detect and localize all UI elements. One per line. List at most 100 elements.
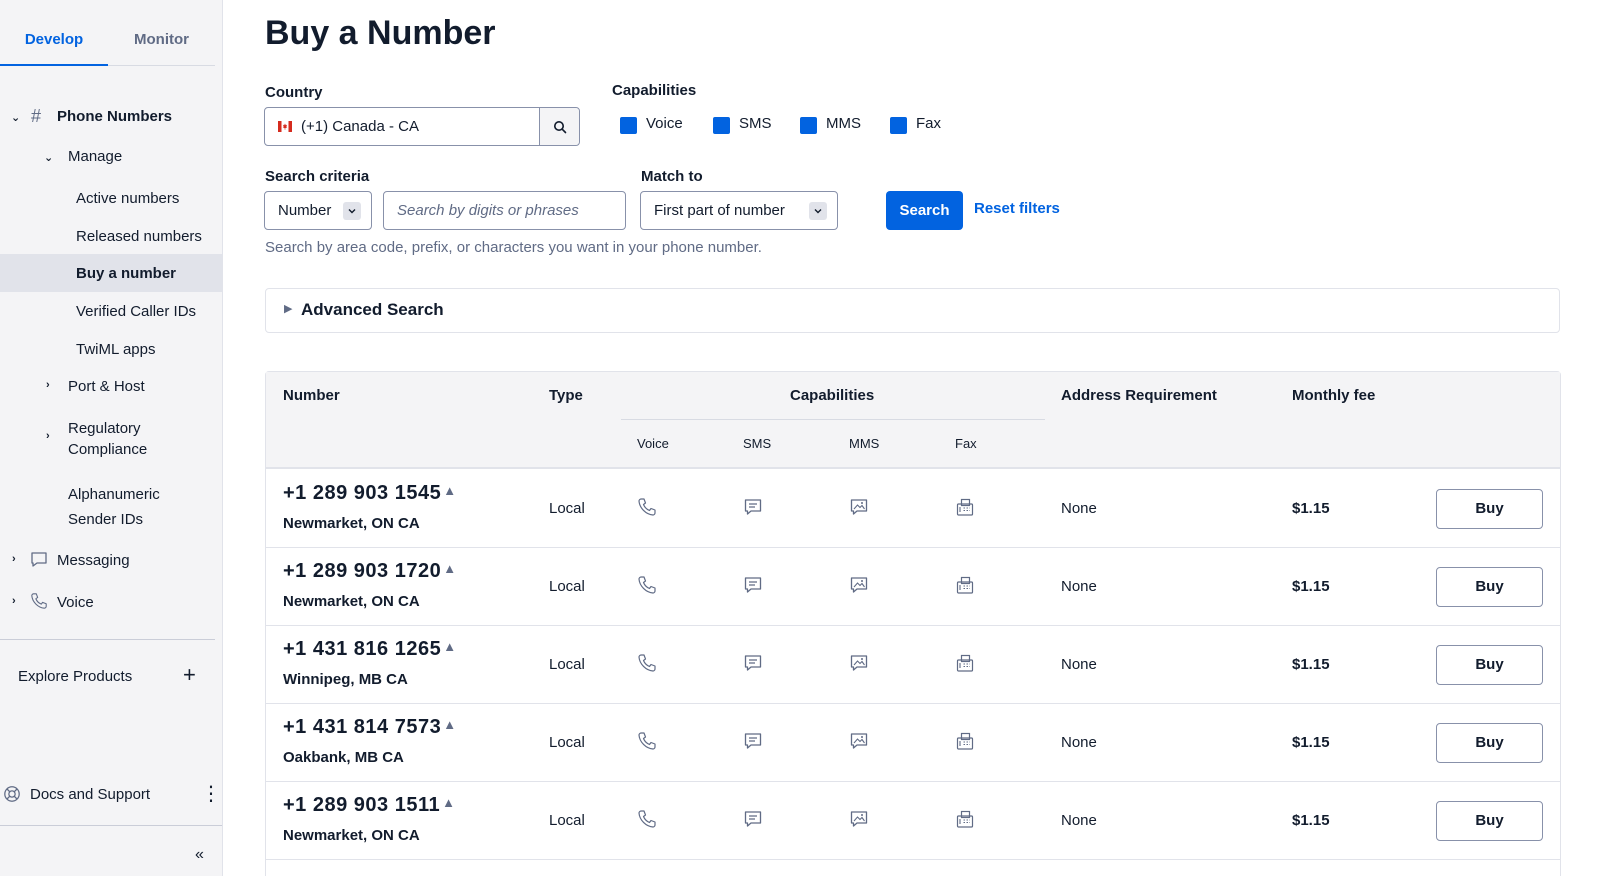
regulatory-line-2: Compliance xyxy=(68,441,148,458)
sidebar-item-messaging[interactable]: Messaging xyxy=(57,550,130,571)
voice-checkbox-label: Voice xyxy=(646,115,683,132)
voice-capability-icon xyxy=(638,732,656,750)
sidebar-item-active-numbers[interactable]: Active numbers xyxy=(76,188,179,209)
address-requirement: None xyxy=(1061,656,1097,673)
canada-flag-icon xyxy=(278,121,292,132)
number-location: Oakbank, MB CA xyxy=(283,749,404,766)
monthly-fee: $1.15 xyxy=(1292,578,1330,595)
search-help-text: Search by area code, prefix, or characte… xyxy=(265,239,762,256)
collapse-icon[interactable]: « xyxy=(195,846,204,864)
mms-checkbox-label: MMS xyxy=(826,115,861,132)
capabilities-label: Capabilities xyxy=(612,82,697,99)
chevron-down-icon[interactable]: ⌄ xyxy=(11,111,20,124)
fax-capability-icon xyxy=(956,576,974,594)
sms-capability-icon xyxy=(744,811,762,827)
page-title: Buy a Number xyxy=(265,14,496,52)
sidebar-item-regulatory-compliance[interactable]: Regulatory Compliance xyxy=(68,418,147,460)
country-search-button[interactable] xyxy=(539,108,579,145)
phone-icon xyxy=(31,593,47,609)
phone-number[interactable]: +1 289 903 1511 ▲ xyxy=(283,794,455,817)
sms-checkbox-label: SMS xyxy=(739,115,772,132)
sidebar-item-voice[interactable]: Voice xyxy=(57,592,94,613)
fax-checkbox-label: Fax xyxy=(916,115,942,132)
buy-button[interactable]: Buy xyxy=(1436,723,1543,763)
match-to-label: Match to xyxy=(641,168,703,185)
hash-icon: # xyxy=(31,106,42,126)
header-capabilities: Capabilities xyxy=(790,387,875,404)
voice-capability-icon xyxy=(638,810,656,828)
fax-capability-icon xyxy=(956,498,974,516)
number-type: Local xyxy=(549,500,585,517)
mms-capability-icon xyxy=(850,577,868,593)
phone-number-text: +1 289 903 1511 xyxy=(283,794,441,816)
buy-button[interactable]: Buy xyxy=(1436,801,1543,841)
tab-develop[interactable]: Develop xyxy=(0,0,108,66)
tab-monitor[interactable]: Monitor xyxy=(108,0,215,66)
table-header: Number Type Capabilities Address Require… xyxy=(266,372,1560,469)
phone-number[interactable]: +1 289 903 1545 ▲ xyxy=(283,482,457,505)
sidebar-item-manage[interactable]: Manage xyxy=(68,146,122,167)
monthly-fee: $1.15 xyxy=(1292,500,1330,517)
sidebar-section-phone-numbers[interactable]: Phone Numbers xyxy=(57,106,172,127)
chevron-right-icon[interactable]: › xyxy=(46,430,50,442)
lifebuoy-icon xyxy=(4,786,20,802)
phone-number[interactable]: +1 289 903 1720 ▲ xyxy=(283,560,457,583)
match-to-select[interactable]: First part of number xyxy=(640,191,838,230)
phone-number-text: +1 289 903 1545 xyxy=(283,482,442,504)
phone-number[interactable]: +1 431 814 7573 ▲ xyxy=(283,716,457,739)
buy-button[interactable]: Buy xyxy=(1436,489,1543,529)
reset-filters-link[interactable]: Reset filters xyxy=(974,200,1060,217)
sidebar-item-twiml-apps[interactable]: TwiML apps xyxy=(76,339,155,360)
sidebar-item-verified-caller-ids[interactable]: Verified Caller IDs xyxy=(76,301,196,322)
header-monthly-fee: Monthly fee xyxy=(1292,387,1376,404)
fax-capability-icon xyxy=(956,732,974,750)
voice-capability-icon xyxy=(638,654,656,672)
search-digits-placeholder: Search by digits or phrases xyxy=(397,202,579,219)
phone-number-text: +1 431 816 1265 xyxy=(283,638,442,660)
phone-number[interactable]: +1 431 816 1265 ▲ xyxy=(283,638,457,661)
number-location: Winnipeg, MB CA xyxy=(283,671,408,688)
buy-button[interactable]: Buy xyxy=(1436,567,1543,607)
sidebar-item-buy-a-number[interactable]: Buy a number xyxy=(76,263,176,284)
sms-checkbox[interactable] xyxy=(713,117,730,134)
chevron-down-icon[interactable]: ⌄ xyxy=(44,151,53,164)
message-icon xyxy=(31,552,47,567)
sidebar: Develop Monitor ⌄ # Phone Numbers ⌄ Mana… xyxy=(0,0,223,876)
number-type: Local xyxy=(549,656,585,673)
subheader-sms: SMS xyxy=(743,436,772,451)
advanced-search-toggle[interactable]: ▶ Advanced Search xyxy=(265,288,1560,333)
chevron-right-icon[interactable]: › xyxy=(46,379,50,391)
fax-checkbox[interactable] xyxy=(890,117,907,134)
chevron-right-icon[interactable]: › xyxy=(12,553,16,565)
search-criteria-select[interactable]: Number xyxy=(264,191,372,230)
search-criteria-label: Search criteria xyxy=(265,168,370,185)
country-label: Country xyxy=(265,84,323,101)
sidebar-item-port-host[interactable]: Port & Host xyxy=(68,376,145,397)
docs-support-link[interactable]: Docs and Support xyxy=(30,784,150,805)
mms-capability-icon xyxy=(850,811,868,827)
number-location: Newmarket, ON CA xyxy=(283,593,420,610)
more-vertical-icon[interactable]: ⋮ xyxy=(201,781,221,807)
subheader-mms: MMS xyxy=(849,436,880,451)
table-row: +1 431 814 7573 ▲ Oakbank, MB CA Local No… xyxy=(266,704,1560,782)
mms-checkbox[interactable] xyxy=(800,117,817,134)
number-location: Newmarket, ON CA xyxy=(283,515,420,532)
advanced-search-label: Advanced Search xyxy=(301,300,444,319)
mms-capability-icon xyxy=(850,499,868,515)
voice-checkbox[interactable] xyxy=(620,117,637,134)
country-select[interactable]: (+1) Canada - CA xyxy=(264,107,580,146)
search-digits-input[interactable]: Search by digits or phrases xyxy=(383,191,626,230)
voice-capability-icon xyxy=(638,576,656,594)
chevron-right-icon[interactable]: › xyxy=(12,595,16,607)
plus-icon[interactable]: + xyxy=(183,662,196,688)
explore-products-link[interactable]: Explore Products xyxy=(18,666,132,687)
fax-capability-icon xyxy=(956,654,974,672)
search-button[interactable]: Search xyxy=(886,191,963,230)
sidebar-item-alphanumeric-sender-ids[interactable]: Alphanumeric Sender IDs xyxy=(68,482,160,532)
sidebar-item-released-numbers[interactable]: Released numbers xyxy=(76,226,202,247)
number-type: Local xyxy=(549,578,585,595)
header-number: Number xyxy=(283,387,340,404)
buy-button[interactable]: Buy xyxy=(1436,645,1543,685)
regulatory-line-1: Regulatory xyxy=(68,420,141,437)
sort-up-icon: ▲ xyxy=(443,561,457,576)
